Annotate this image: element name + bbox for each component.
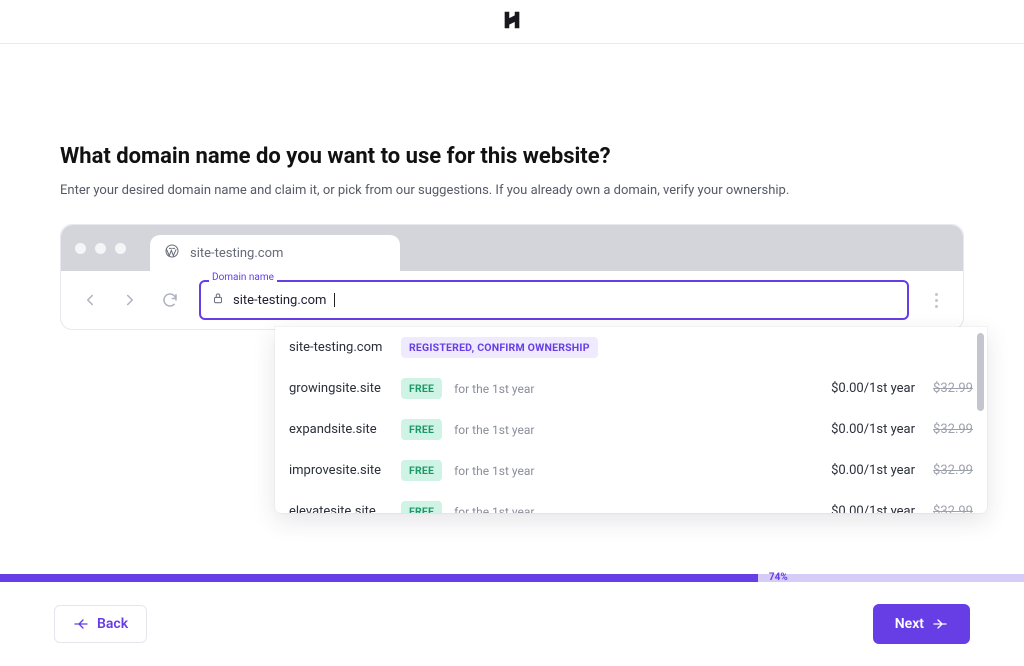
scroll-thumb[interactable]: [977, 333, 984, 411]
window-controls: [75, 225, 126, 271]
main-content: What domain name do you want to use for …: [0, 44, 1024, 330]
year-note: for the 1st year: [454, 505, 534, 514]
price: $0.00/1st year: [831, 422, 915, 437]
suggestion-row[interactable]: growingsite.site FREE for the 1st year $0.0…: [275, 368, 987, 409]
domain-input[interactable]: site-testing.com: [199, 280, 909, 320]
lock-icon: [211, 291, 225, 309]
price: $0.00/1st year: [831, 463, 915, 478]
year-note: for the 1st year: [454, 464, 534, 478]
original-price: $32.99: [933, 422, 973, 437]
page-subtitle: Enter your desired domain name and claim…: [60, 183, 964, 198]
next-button-label: Next: [895, 616, 924, 632]
browser-tab-row: site-testing.com: [61, 225, 963, 271]
browser-tab: site-testing.com: [150, 235, 400, 271]
next-button[interactable]: Next: [873, 604, 970, 644]
text-caret: [334, 293, 335, 307]
browser-tab-label: site-testing.com: [190, 246, 283, 261]
free-badge: FREE: [401, 460, 442, 481]
progress-fill: 74%: [0, 574, 758, 582]
domain-input-label: Domain name: [209, 272, 277, 283]
suggestion-domain: improvesite.site: [289, 463, 389, 478]
suggestion-row[interactable]: expandsite.site FREE for the 1st year $0.00…: [275, 409, 987, 450]
domain-suggestions-dropdown: site-testing.com REGISTERED, CONFIRM OWNE…: [275, 327, 987, 513]
top-bar: [0, 0, 1024, 44]
suggestion-row[interactable]: site-testing.com REGISTERED, CONFIRM OWNE…: [275, 327, 987, 368]
arrow-right-icon: [119, 289, 141, 311]
wordpress-icon: [164, 243, 180, 263]
suggestion-domain: site-testing.com: [289, 340, 389, 355]
hostinger-logo-icon: [501, 9, 523, 35]
browser-nav-row: Domain name site-testing.com: [61, 271, 963, 329]
domain-field[interactable]: Domain name site-testing.com: [199, 280, 909, 320]
back-button-label: Back: [97, 616, 128, 632]
window-dot-icon: [115, 243, 126, 254]
window-dot-icon: [75, 243, 86, 254]
footer: Back Next: [0, 582, 1024, 666]
original-price: $32.99: [933, 463, 973, 478]
refresh-icon: [159, 289, 181, 311]
suggestion-row[interactable]: improvesite.site FREE for the 1st year $0.0…: [275, 450, 987, 491]
arrow-left-icon: [79, 289, 101, 311]
progress-bar: 74%: [0, 574, 1024, 582]
browser-mock: site-testing.com Domain name site-test: [60, 224, 964, 330]
page-title: What domain name do you want to use for …: [60, 144, 964, 169]
free-badge: FREE: [401, 378, 442, 399]
free-badge: FREE: [401, 501, 442, 513]
registered-badge: REGISTERED, CONFIRM OWNERSHIP: [401, 337, 598, 358]
more-menu-icon[interactable]: [927, 293, 945, 308]
price: $0.00/1st year: [831, 504, 915, 513]
back-button[interactable]: Back: [54, 605, 147, 643]
domain-input-value: site-testing.com: [233, 293, 326, 308]
scrollbar[interactable]: [977, 333, 984, 507]
original-price: $32.99: [933, 381, 973, 396]
free-badge: FREE: [401, 419, 442, 440]
window-dot-icon: [95, 243, 106, 254]
suggestion-row[interactable]: elevatesite.site FREE for the 1st year $0.0…: [275, 491, 987, 513]
year-note: for the 1st year: [454, 423, 534, 437]
price: $0.00/1st year: [831, 381, 915, 396]
suggestion-domain: expandsite.site: [289, 422, 389, 437]
suggestion-domain: elevatesite.site: [289, 504, 389, 513]
year-note: for the 1st year: [454, 382, 534, 396]
original-price: $32.99: [933, 504, 973, 513]
suggestion-domain: growingsite.site: [289, 381, 389, 396]
